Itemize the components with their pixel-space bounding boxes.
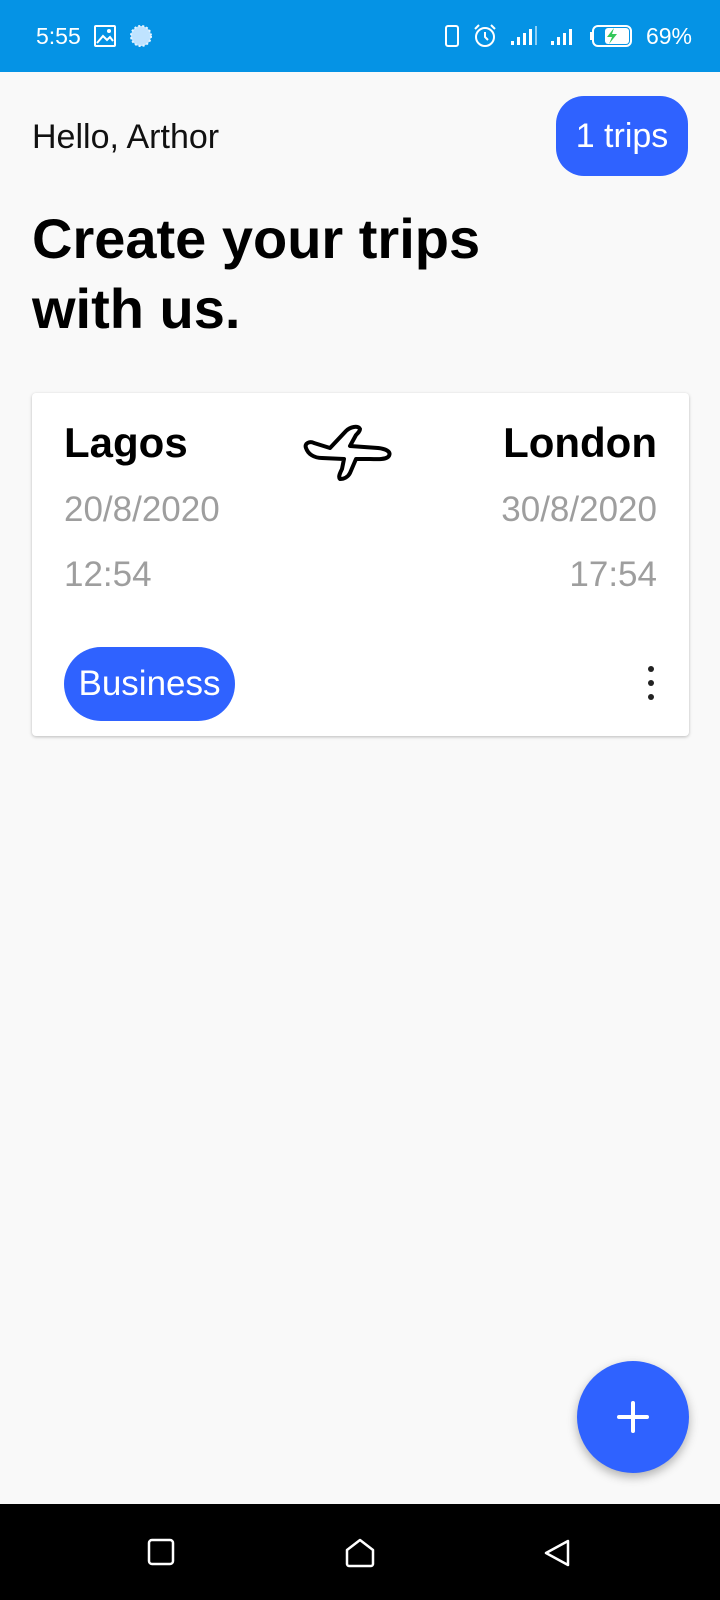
phone-vibrate-icon [444,24,460,48]
more-vertical-icon[interactable] [633,655,669,711]
arrival-date: 30/8/2020 [501,490,657,529]
home-icon[interactable] [344,1538,376,1573]
navigation-bar [0,1504,720,1600]
departure-date: 20/8/2020 [64,490,220,529]
menu-dot [648,694,654,700]
status-bar-right: 69% [444,23,692,50]
loading-dot-icon [129,24,153,48]
plus-icon [617,1401,649,1433]
add-trip-button[interactable] [577,1361,689,1473]
airplane-icon [300,421,396,490]
status-bar: 5:55 69% [0,0,720,72]
page-title: Create your trips with us. [32,207,481,340]
alarm-icon [472,23,498,49]
status-bar-left: 5:55 [36,23,153,50]
back-icon[interactable] [543,1538,571,1573]
battery-charging-icon [589,24,634,48]
battery-percent: 69% [645,22,692,49]
destination-city: London [503,419,657,466]
signal-icon [510,26,538,46]
trip-category-badge: Business [64,647,235,721]
menu-dot [648,680,654,686]
image-icon [93,24,117,48]
signal-icon [550,26,578,46]
recent-apps-icon[interactable] [147,1538,175,1571]
departure-time: 12:54 [64,555,152,594]
trip-card[interactable]: Lagos London 20/8/2020 30/8/2020 12:54 1… [32,393,689,736]
trips-count-button[interactable]: 1 trips [556,96,688,176]
greeting: Hello, Arthor [32,118,220,156]
menu-dot [648,666,654,672]
arrival-time: 17:54 [569,555,657,594]
origin-city: Lagos [64,419,188,466]
status-time: 5:55 [36,22,81,49]
